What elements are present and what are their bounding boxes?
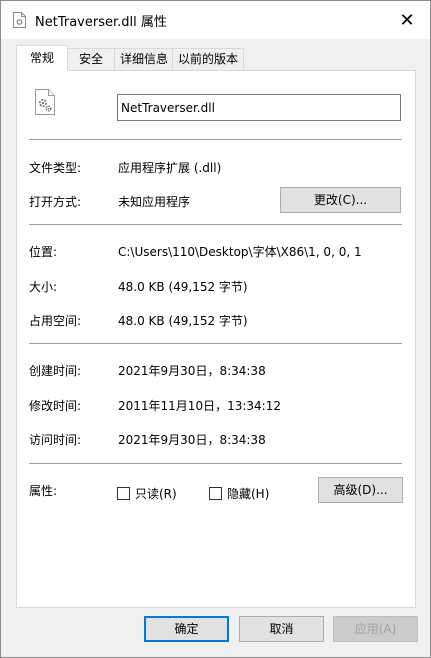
advanced-button[interactable]: 高级(D)...: [318, 477, 403, 503]
file-type-value: 应用程序扩展 (.dll): [118, 161, 222, 175]
location-value: C:\Users\110\Desktop\字体\X86\1, 0, 0, 1: [118, 245, 362, 259]
hidden-checkbox-label: 隐藏(H): [227, 487, 270, 501]
readonly-checkbox[interactable]: 只读(R): [117, 485, 177, 502]
size-on-disk-label: 占用空间:: [29, 314, 82, 328]
tab-general[interactable]: 常规: [16, 45, 68, 71]
size-on-disk-value: 48.0 KB (49,152 字节): [118, 314, 248, 328]
modified-label: 修改时间:: [29, 399, 82, 413]
tab-previous-versions[interactable]: 以前的版本: [172, 48, 244, 70]
modified-value: 2011年11月10日，13:34:12: [118, 399, 281, 413]
divider: [29, 224, 402, 225]
size-label: 大小:: [29, 280, 58, 294]
dll-file-icon: [13, 12, 26, 28]
window-title: NetTraverser.dll 属性: [35, 15, 167, 30]
general-panel: 文件类型: 应用程序扩展 (.dll) 打开方式: 未知应用程序 更改(C)..…: [16, 70, 416, 608]
accessed-label: 访问时间:: [29, 433, 82, 447]
divider: [29, 139, 402, 140]
apply-button[interactable]: 应用(A): [333, 616, 418, 642]
opens-with-label: 打开方式:: [29, 195, 82, 209]
readonly-checkbox-label: 只读(R): [135, 487, 177, 501]
created-value: 2021年9月30日，8:34:38: [118, 364, 266, 378]
cancel-button[interactable]: 取消: [239, 616, 324, 642]
divider: [29, 463, 402, 464]
file-name-input[interactable]: [117, 94, 401, 121]
hidden-checkbox-box[interactable]: [209, 487, 222, 500]
accessed-value: 2021年9月30日，8:34:38: [118, 433, 266, 447]
readonly-checkbox-box[interactable]: [117, 487, 130, 500]
title-bar: NetTraverser.dll 属性 ✕: [1, 1, 430, 39]
opens-with-value: 未知应用程序: [118, 195, 191, 209]
hidden-checkbox[interactable]: 隐藏(H): [209, 485, 269, 502]
attributes-label: 属性:: [29, 484, 58, 498]
ok-button[interactable]: 确定: [144, 616, 229, 642]
location-label: 位置:: [29, 245, 58, 259]
tab-security[interactable]: 安全: [66, 48, 116, 70]
file-type-label: 文件类型:: [29, 161, 82, 175]
properties-dialog: NetTraverser.dll 属性 ✕ 常规 安全 详细信息 以前的版本 文…: [0, 0, 431, 658]
tab-details[interactable]: 详细信息: [114, 48, 174, 70]
created-label: 创建时间:: [29, 364, 82, 378]
size-value: 48.0 KB (49,152 字节): [118, 280, 248, 294]
divider: [29, 343, 402, 344]
close-icon: ✕: [399, 9, 415, 31]
close-button[interactable]: ✕: [384, 1, 430, 39]
change-button[interactable]: 更改(C)...: [280, 187, 401, 213]
gear-file-icon: [35, 89, 55, 115]
